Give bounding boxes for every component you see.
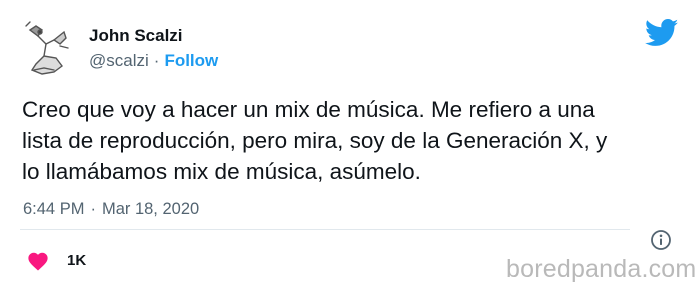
tweet-card: John Scalzi @scalzi · Follow Creo que voy … (0, 0, 700, 288)
author-handle[interactable]: @scalzi (89, 51, 149, 70)
like-count: 1K (67, 252, 87, 269)
heart-icon[interactable] (27, 250, 49, 272)
tweet-date: Mar 18, 2020 (101, 200, 200, 218)
twitter-bird-icon[interactable] (645, 19, 679, 47)
tweet-text: Creo que voy a hacer un mix de música. M… (22, 97, 608, 184)
avatar[interactable] (20, 18, 72, 80)
separator-dot: · (90, 200, 96, 218)
watermark: boredpanda.com (506, 255, 697, 283)
divider (20, 229, 630, 230)
tweet-time: 6:44 PM (23, 200, 85, 218)
author-name[interactable]: John Scalzi (89, 26, 183, 46)
follow-button[interactable]: Follow (164, 51, 218, 70)
author-handle-row: @scalzi · Follow (89, 51, 218, 71)
separator-dot: · (153, 51, 160, 70)
tweet-timestamp[interactable]: 6:44 PM · Mar 18, 2020 (23, 200, 199, 219)
info-icon[interactable] (650, 229, 672, 251)
